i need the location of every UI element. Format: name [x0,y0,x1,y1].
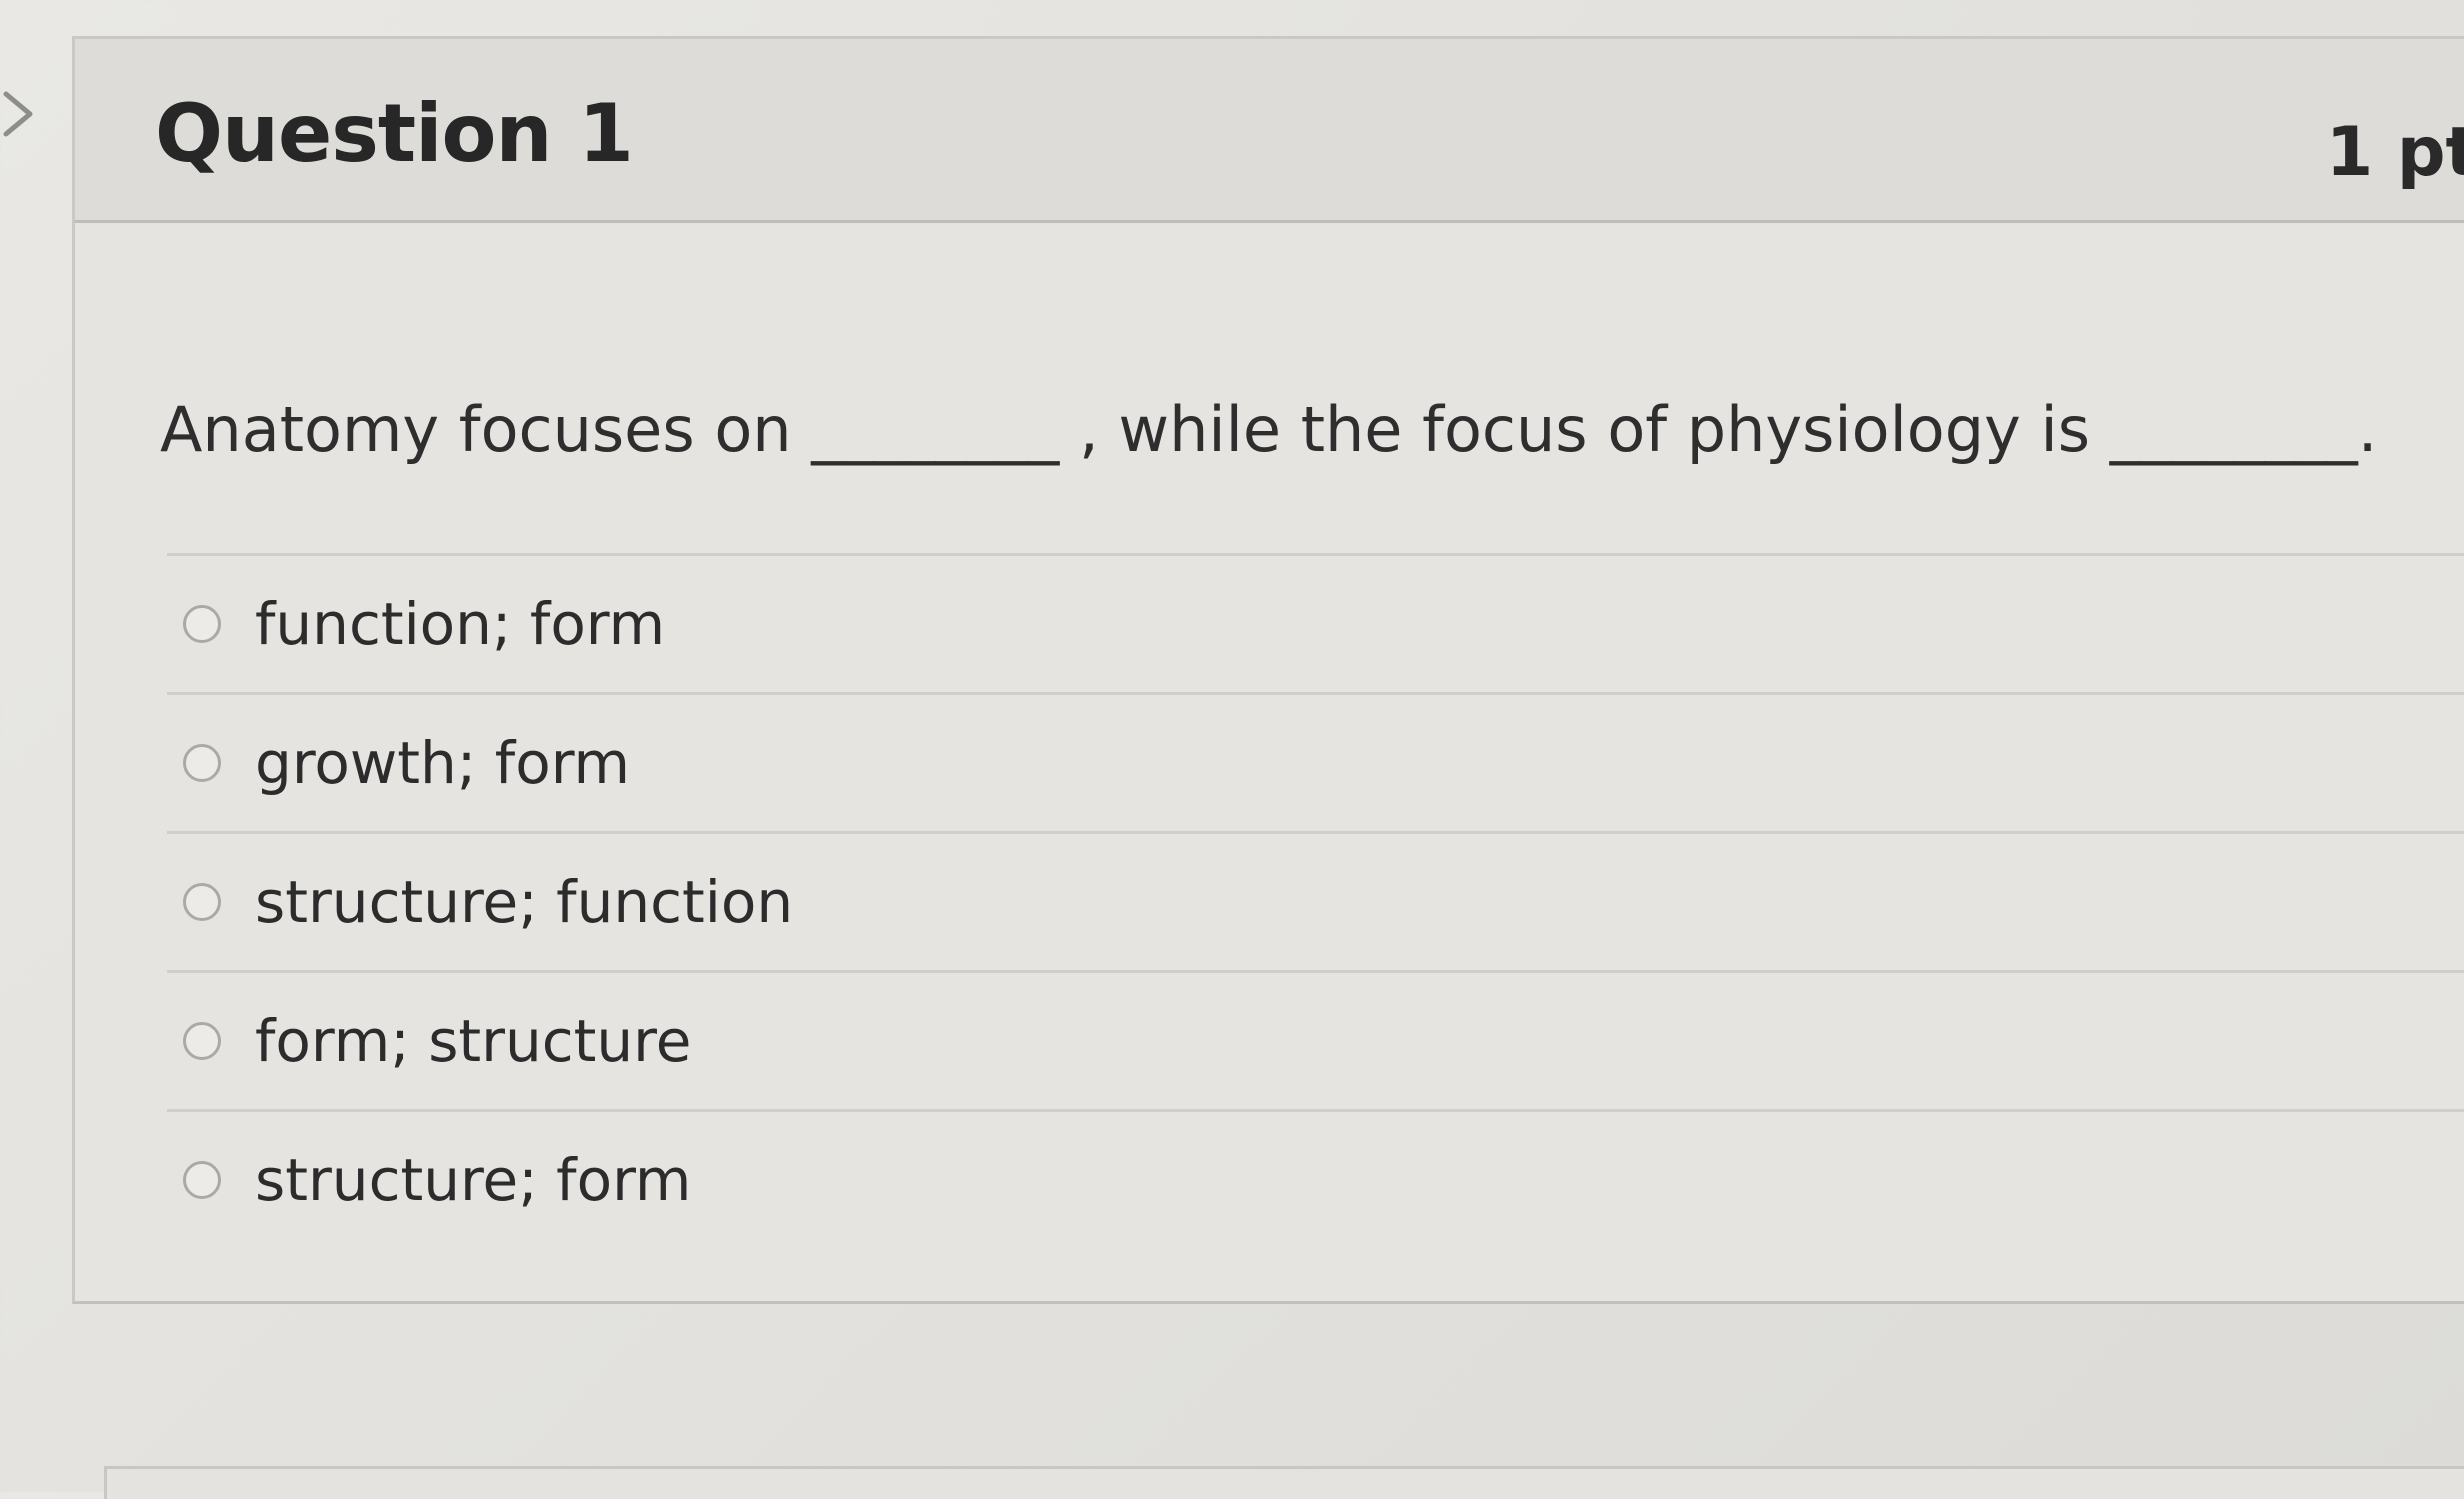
radio-button[interactable] [183,1022,221,1060]
answer-option-5[interactable]: structure; form [167,1112,2464,1248]
radio-button[interactable] [183,1161,221,1199]
radio-button[interactable] [183,744,221,782]
question-text: Anatomy focuses on ________ , while the … [160,393,2378,466]
answer-option-3[interactable]: structure; function [167,834,2464,970]
answer-label: structure; form [255,1146,692,1214]
answer-label: growth; form [255,729,631,797]
answer-option-4[interactable]: form; structure [167,973,2464,1109]
answer-label: form; structure [255,1007,692,1075]
radio-button[interactable] [183,883,221,921]
next-question-card-edge [104,1466,2464,1499]
question-card: Question 1 1 pt Anatomy focuses on _____… [72,36,2464,1304]
answer-list: function; form growth; form structure; f… [167,553,2464,1248]
question-points: 1 pt [2325,113,2464,192]
chevron-right-icon[interactable] [0,86,40,142]
answer-option-1[interactable]: function; form [167,556,2464,692]
answer-option-2[interactable]: growth; form [167,695,2464,831]
radio-button[interactable] [183,605,221,643]
question-title: Question 1 [155,87,634,180]
question-header: Question 1 1 pt [75,39,2464,223]
answer-label: structure; function [255,868,794,936]
answer-label: function; form [255,590,666,658]
